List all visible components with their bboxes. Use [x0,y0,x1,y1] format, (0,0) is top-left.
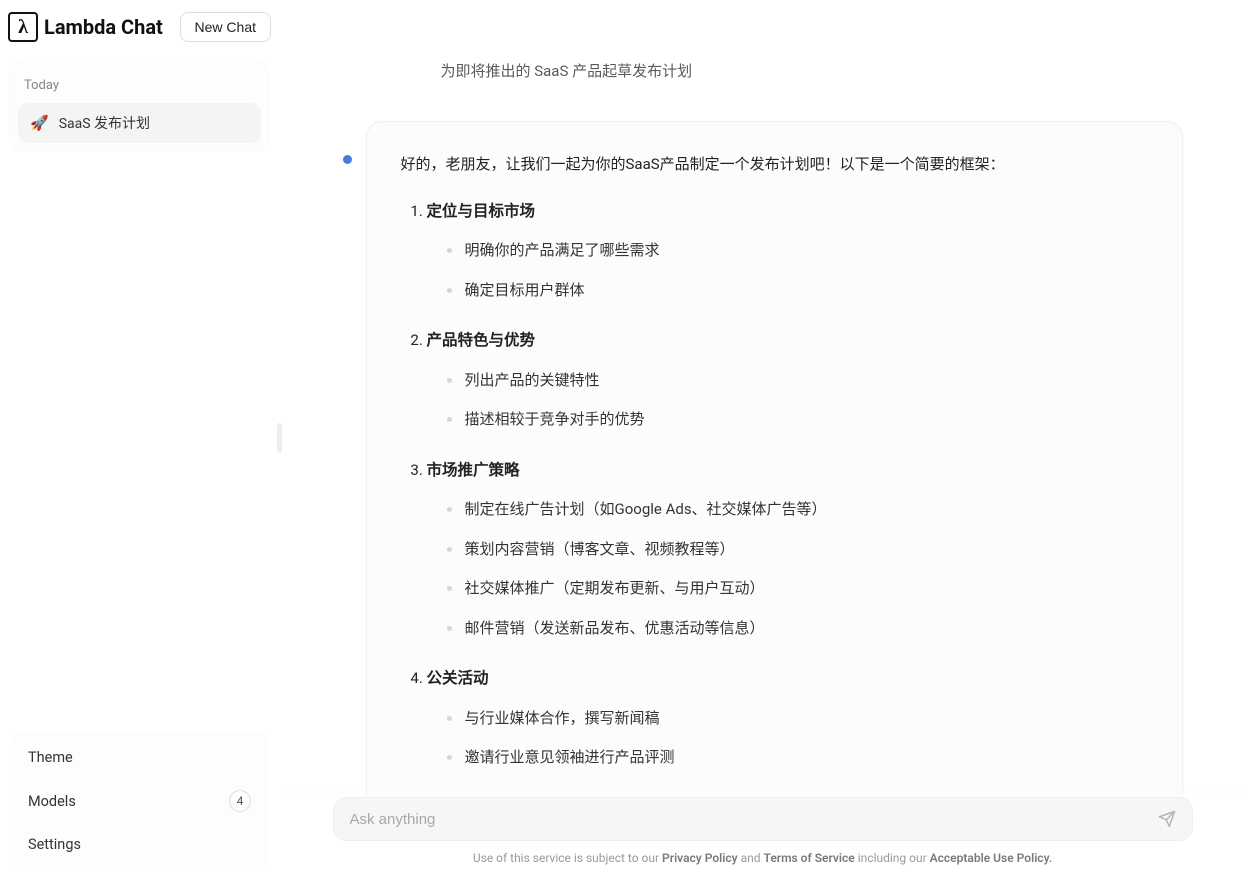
sidebar-header: λ Lambda Chat New Chat [0,0,279,54]
sidebar-body: Today 🚀 SaaS 发布计划 [0,54,279,723]
user-message: 为即将推出的 SaaS 产品起草发布计划 [343,30,1183,121]
disclaimer-middle: and [738,851,764,865]
settings-label: Settings [28,836,81,853]
bullet: 确定目标用户群体 [447,278,1148,304]
composer [333,797,1193,841]
sidebar: λ Lambda Chat New Chat Today 🚀 SaaS 发布计划… [0,0,280,875]
models-count-badge: 4 [229,790,251,812]
theme-button[interactable]: Theme [14,737,265,778]
chat-item-title: SaaS 发布计划 [59,113,150,133]
bullet: 社交媒体推广（定期发布更新、与用户互动） [447,576,1148,602]
bullet: 与行业媒体合作，撰写新闻稿 [447,706,1148,732]
lambda-icon: λ [8,12,38,42]
section-title: 市场推广策略 [427,461,520,479]
models-button[interactable]: Models 4 [14,778,265,824]
disclaimer-prefix: Use of this service is subject to our [473,851,662,865]
app-name: Lambda Chat [44,15,163,39]
outline-section: 市场推广策略 制定在线广告计划（如Google Ads、社交媒体广告等） 策划内… [427,457,1148,642]
assistant-indicator-icon [343,155,352,164]
new-chat-button[interactable]: New Chat [180,12,271,42]
settings-button[interactable]: Settings [14,824,265,865]
terms-link[interactable]: Terms of Service [764,851,855,865]
bullet: 明确你的产品满足了哪些需求 [447,238,1148,264]
models-label: Models [28,793,76,810]
sidebar-footer: Theme Models 4 Settings [0,723,279,875]
bullet: 邮件营销（发送新品发布、优惠活动等信息） [447,616,1148,642]
outline-section: 定位与目标市场 明确你的产品满足了哪些需求 确定目标用户群体 [427,198,1148,304]
bullet: 制定在线广告计划（如Google Ads、社交媒体广告等） [447,497,1148,523]
disclaimer: Use of this service is subject to our Pr… [333,851,1193,865]
chat-list: Today 🚀 SaaS 发布计划 [10,60,269,151]
assistant-intro: 好的，老朋友，让我们一起为你的SaaS产品制定一个发布计划吧！以下是一个简要的框… [401,152,1148,178]
section-title: 公关活动 [427,669,489,687]
composer-input[interactable] [350,811,1158,828]
rocket-icon: 🚀 [30,114,49,132]
composer-area: Use of this service is subject to our Pr… [280,787,1245,875]
app-logo[interactable]: λ Lambda Chat [8,12,163,42]
section-title: 定位与目标市场 [427,202,536,220]
conversation[interactable]: 为即将推出的 SaaS 产品起草发布计划 好的，老朋友，让我们一起为你的SaaS… [280,0,1245,875]
privacy-policy-link[interactable]: Privacy Policy [662,851,738,865]
theme-label: Theme [28,749,73,766]
chat-item[interactable]: 🚀 SaaS 发布计划 [18,103,261,143]
send-button[interactable] [1158,810,1176,828]
disclaimer-suffix: including our [855,851,930,865]
outline-section: 公关活动 与行业媒体合作，撰写新闻稿 邀请行业意见领袖进行产品评测 [427,665,1148,771]
bullet: 策划内容营销（博客文章、视频教程等） [447,537,1148,563]
aup-link[interactable]: Acceptable Use Policy. [930,851,1052,865]
bullet: 邀请行业意见领袖进行产品评测 [447,745,1148,771]
assistant-message: 好的，老朋友，让我们一起为你的SaaS产品制定一个发布计划吧！以下是一个简要的框… [343,121,1183,826]
bullet: 描述相较于竞争对手的优势 [447,407,1148,433]
outline-section: 产品特色与优势 列出产品的关键特性 描述相较于竞争对手的优势 [427,327,1148,433]
section-label-today: Today [18,68,261,103]
assistant-outline: 定位与目标市场 明确你的产品满足了哪些需求 确定目标用户群体 产品特色与优势 列… [401,198,1148,771]
bullet: 列出产品的关键特性 [447,368,1148,394]
assistant-card: 好的，老朋友，让我们一起为你的SaaS产品制定一个发布计划吧！以下是一个简要的框… [366,121,1183,826]
main: 为即将推出的 SaaS 产品起草发布计划 好的，老朋友，让我们一起为你的SaaS… [280,0,1245,875]
send-icon [1158,810,1176,828]
section-title: 产品特色与优势 [427,331,536,349]
